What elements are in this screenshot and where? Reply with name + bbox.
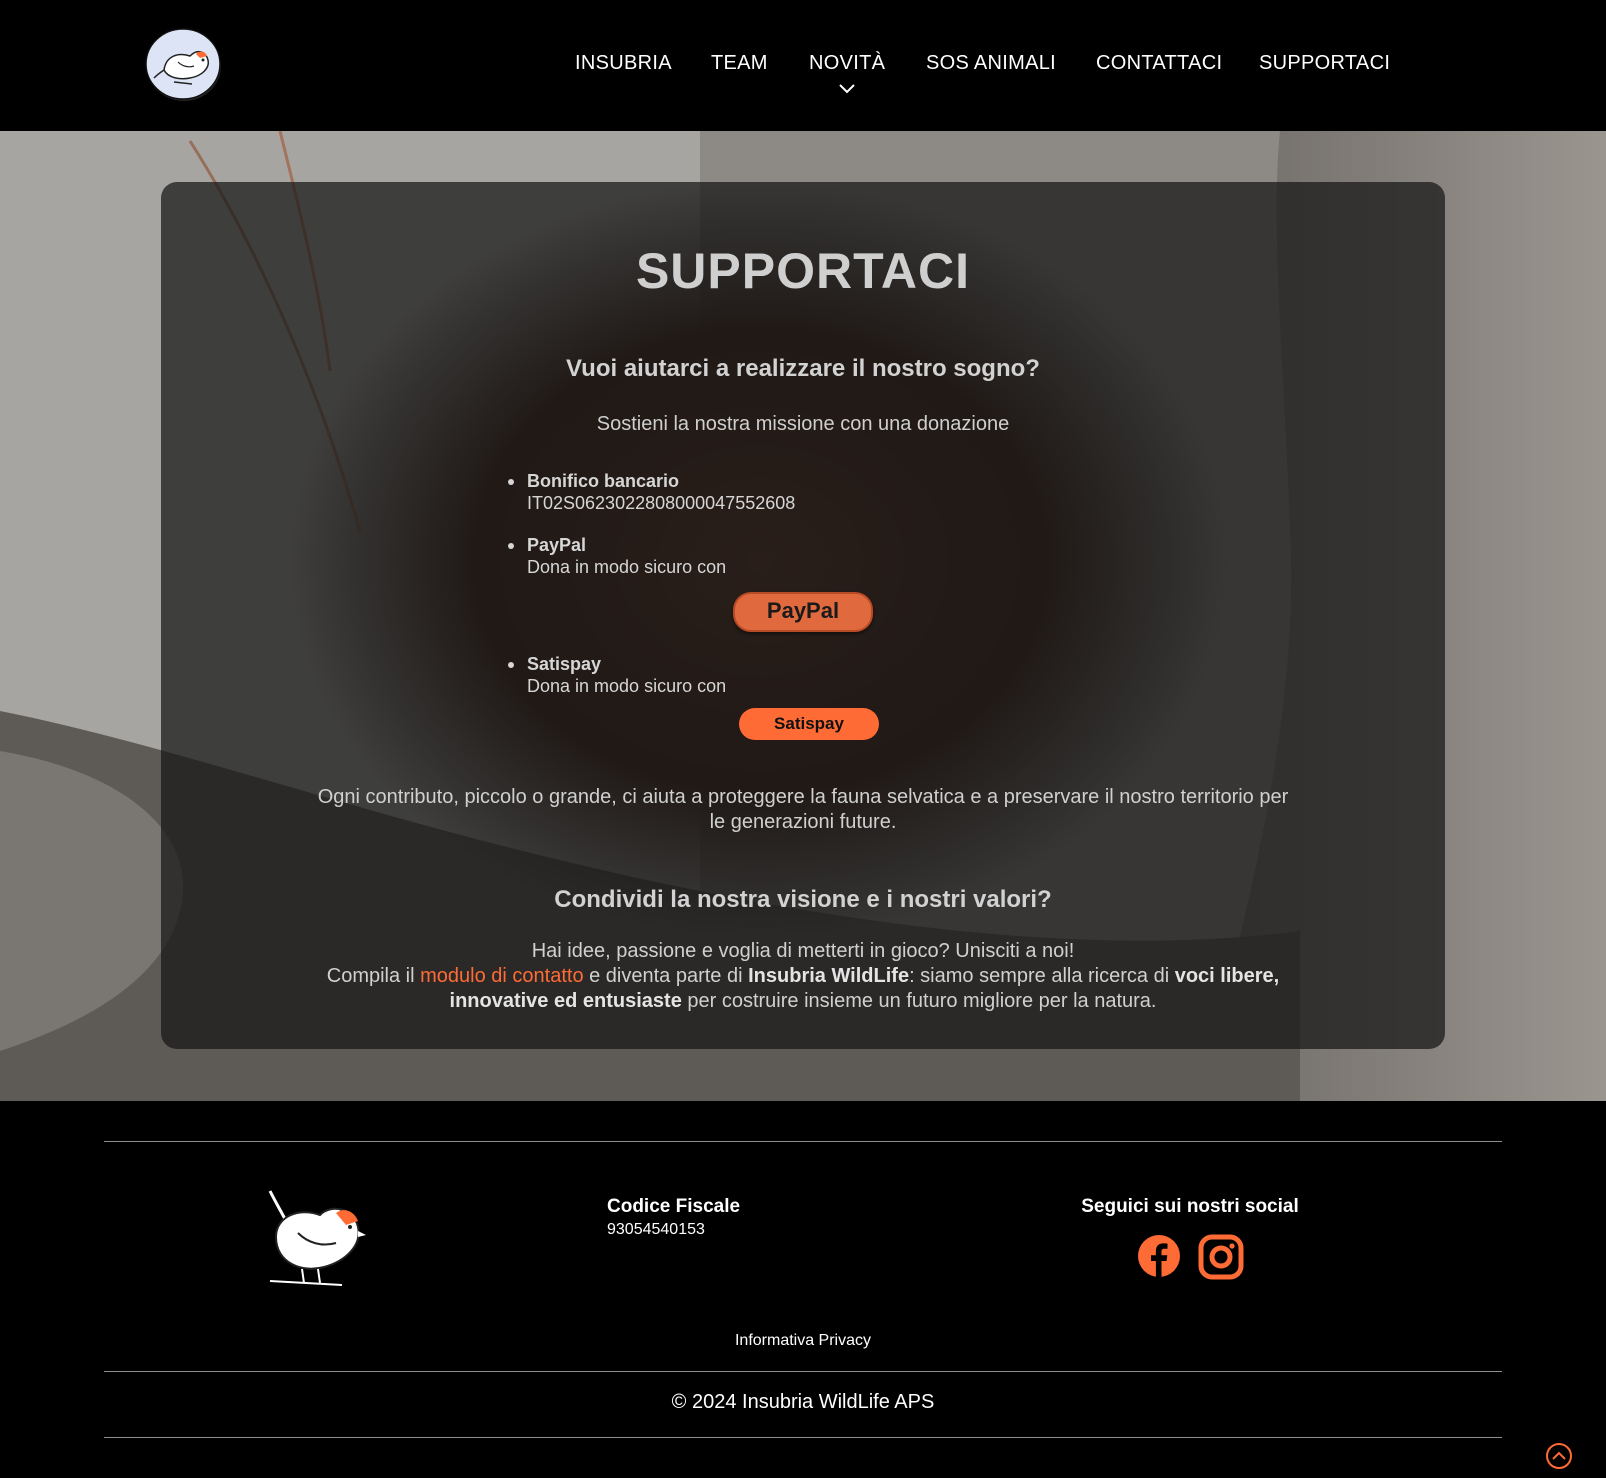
- donation-lead: Sostieni la nostra missione con una dona…: [596, 413, 1010, 435]
- nav-item-novita[interactable]: NOVITÀ: [809, 52, 885, 94]
- support-card: SUPPORTACI Vuoi aiutarci a realizzare il…: [161, 182, 1445, 1049]
- bullet-icon: [508, 662, 514, 668]
- footer-divider: [104, 1437, 1502, 1438]
- donation-method-bonifico: Bonifico bancario IT02S06230228080000475…: [508, 470, 1087, 514]
- social-label: Seguici sui nostri social: [1081, 1196, 1299, 1217]
- chevron-down-icon[interactable]: [838, 82, 856, 94]
- site-footer: Codice Fiscale 93054540153 Seguici sui n…: [0, 1101, 1606, 1478]
- join-text-mid2: : siamo sempre alla ricerca di: [909, 965, 1175, 987]
- contact-form-link[interactable]: modulo di contatto: [420, 965, 583, 987]
- org-name: Insubria WildLife: [748, 965, 910, 987]
- nav-item-insubria[interactable]: INSUBRIA: [575, 52, 672, 75]
- donation-method-name: Bonifico bancario: [527, 471, 680, 491]
- nav-item-sos-animali[interactable]: SOS ANIMALI: [926, 52, 1056, 75]
- nav-item-team[interactable]: TEAM: [711, 52, 768, 75]
- donation-method-paypal: PayPal Dona in modo sicuro con: [508, 534, 1087, 578]
- join-text-suffix: per costruire insieme un futuro migliore…: [681, 990, 1157, 1012]
- hero-section: SUPPORTACI Vuoi aiutarci a realizzare il…: [0, 131, 1606, 1101]
- footer-bird-logo: [268, 1190, 366, 1286]
- contribution-note: Ogni contributo, piccolo o grande, ci ai…: [317, 786, 1289, 833]
- join-text-prefix: Compila il: [326, 965, 421, 987]
- donation-method-name: PayPal: [527, 535, 587, 555]
- main-nav: INSUBRIA TEAM NOVITÀ SOS ANIMALI CONTATT…: [0, 52, 1606, 94]
- footer-divider: [104, 1371, 1502, 1372]
- donation-heading: Vuoi aiutarci a realizzare il nostro sog…: [566, 355, 1040, 382]
- nav-item-supportaci[interactable]: SUPPORTACI: [1259, 52, 1390, 75]
- join-line: Hai idee, passione e voglia di metterti …: [531, 940, 1075, 962]
- satispay-button[interactable]: Satispay: [739, 708, 879, 740]
- join-paragraph: Hai idee, passione e voglia di metterti …: [281, 939, 1325, 1014]
- nav-item-novita-label[interactable]: NOVITÀ: [809, 52, 885, 74]
- donation-method-name: Satispay: [527, 654, 602, 674]
- nav-item-contattaci[interactable]: CONTATTACI: [1096, 52, 1222, 75]
- join-text-mid: e diventa parte di: [583, 965, 749, 987]
- vision-heading: Condividi la nostra visione e i nostri v…: [554, 886, 1052, 913]
- instagram-icon[interactable]: [1198, 1234, 1244, 1280]
- privacy-policy-link[interactable]: Informativa Privacy: [0, 1332, 1606, 1350]
- bullet-icon: [508, 543, 514, 549]
- paypal-button[interactable]: PayPal: [733, 592, 873, 632]
- footer-divider: [104, 1141, 1502, 1142]
- facebook-icon[interactable]: [1137, 1234, 1181, 1278]
- copyright-text: © 2024 Insubria WildLife APS: [671, 1391, 935, 1413]
- scroll-to-top-icon[interactable]: [1545, 1442, 1573, 1470]
- iban-value: IT02S0623022808000047552608: [527, 493, 796, 513]
- site-header: INSUBRIA TEAM NOVITÀ SOS ANIMALI CONTATT…: [0, 0, 1606, 131]
- fiscal-code-value: 93054540153: [607, 1221, 705, 1238]
- donation-method-satispay: Satispay Dona in modo sicuro con: [508, 653, 1087, 697]
- donation-method-description: Dona in modo sicuro con: [527, 676, 727, 696]
- page-title: SUPPORTACI: [635, 243, 971, 299]
- bullet-icon: [508, 479, 514, 485]
- donation-method-description: Dona in modo sicuro con: [527, 557, 727, 577]
- fiscal-code-label: Codice Fiscale: [607, 1196, 741, 1217]
